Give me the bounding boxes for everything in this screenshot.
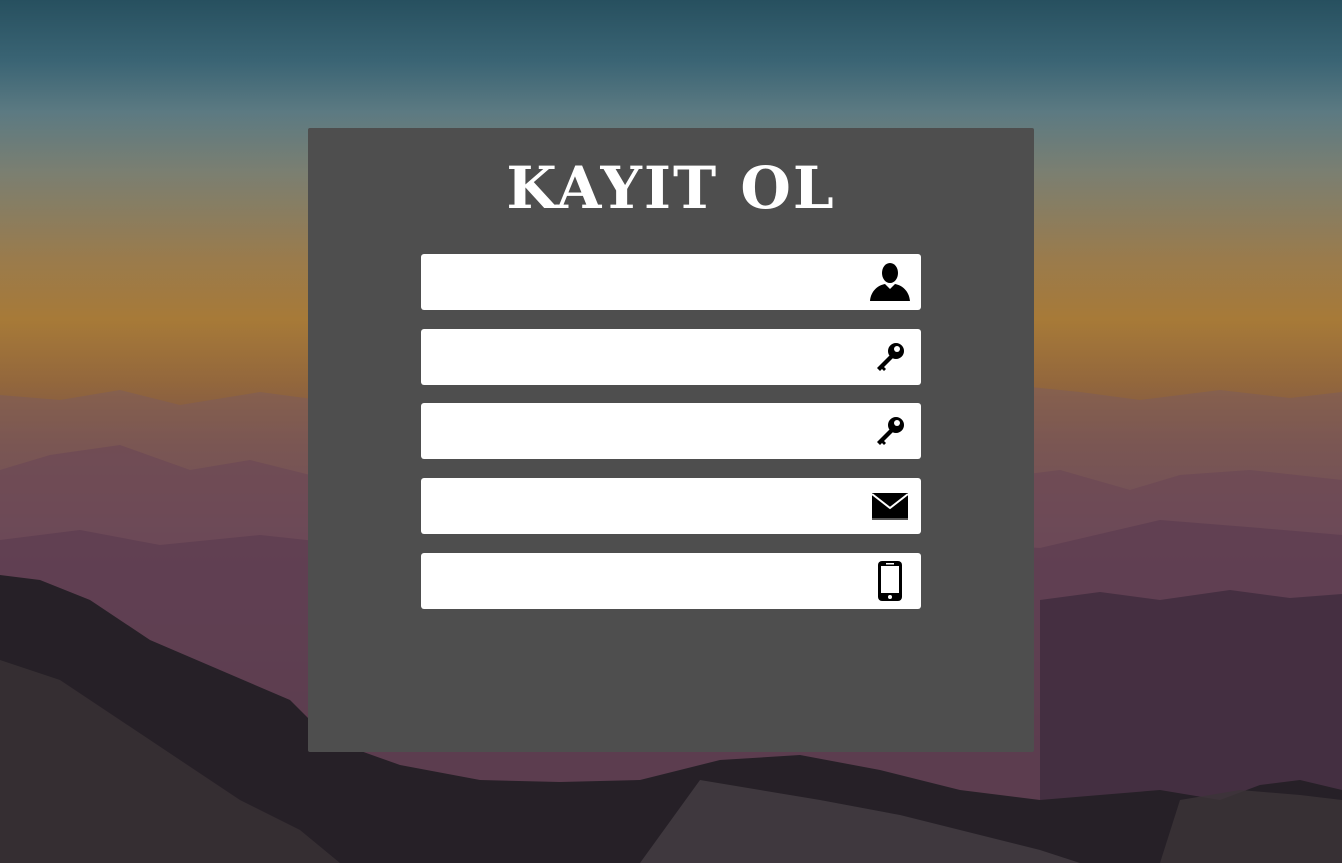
password-field[interactable] bbox=[421, 329, 921, 385]
phone-icon bbox=[869, 561, 911, 601]
phone-input[interactable] bbox=[421, 553, 879, 609]
password-confirm-field[interactable] bbox=[421, 403, 921, 459]
mail-icon bbox=[869, 486, 911, 526]
page-title: KAYIT OL bbox=[506, 154, 836, 222]
password-input[interactable] bbox=[421, 329, 879, 385]
key-icon bbox=[869, 337, 911, 377]
user-icon bbox=[869, 262, 911, 302]
key-icon bbox=[869, 411, 911, 451]
email-field[interactable] bbox=[421, 478, 921, 534]
phone-field[interactable] bbox=[421, 553, 921, 609]
username-input[interactable] bbox=[421, 254, 879, 310]
password-confirm-input[interactable] bbox=[421, 403, 879, 459]
email-input[interactable] bbox=[421, 478, 879, 534]
username-field[interactable] bbox=[421, 254, 921, 310]
